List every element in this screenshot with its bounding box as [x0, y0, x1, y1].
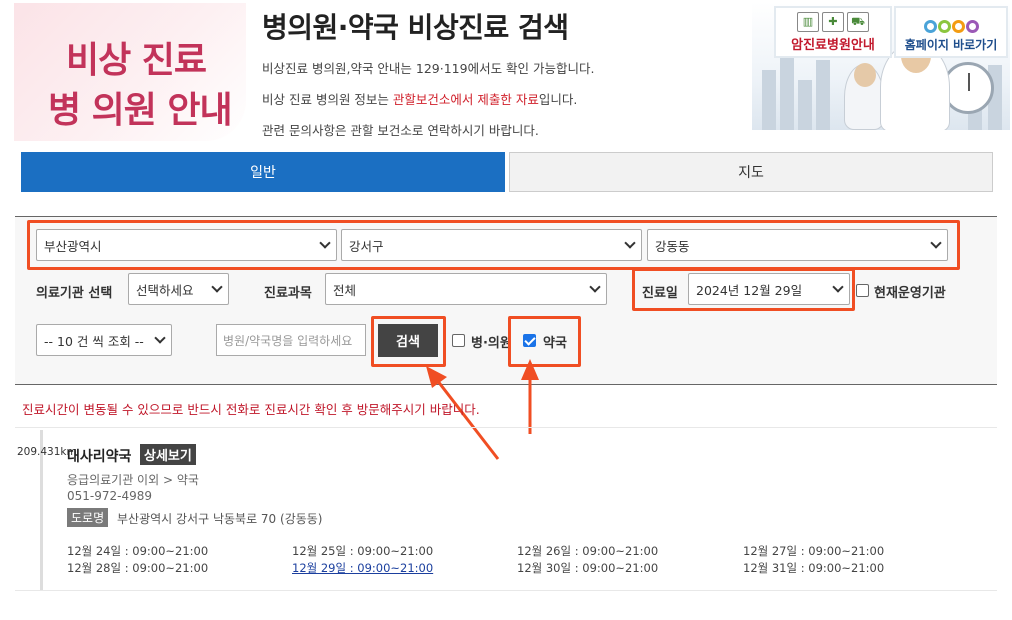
annotation-arrows — [426, 359, 539, 460]
result-phone: 051-972-4989 — [67, 489, 153, 503]
hours-item: 12월 24일 : 09:00~21:00 — [67, 544, 209, 558]
arrow-head-icon — [426, 366, 447, 388]
arrow-head-icon — [521, 359, 539, 380]
divider — [15, 590, 997, 591]
hours-item: 12월 30일 : 09:00~21:00 — [517, 561, 659, 575]
hours-item: 12월 27일 : 09:00~21:00 — [743, 544, 885, 558]
detail-button[interactable]: 상세보기 — [140, 444, 196, 465]
hours-item: 12월 26일 : 09:00~21:00 — [517, 544, 659, 558]
hours-item: 12월 31일 : 09:00~21:00 — [743, 561, 885, 575]
road-address-badge: 도로명 — [67, 508, 109, 527]
divider — [15, 427, 997, 428]
result-address: 부산광역시 강서구 낙동북로 70 (강동동) — [117, 512, 323, 526]
result-name: 대사리약국 — [67, 449, 132, 465]
hours-item: 12월 25일 : 09:00~21:00 — [292, 544, 434, 558]
hours-item-selected-day: 12월 29일 : 09:00~21:00 — [292, 561, 434, 575]
notice-text: 진료시간이 변동될 수 있으므로 반드시 전화로 진료시간 확인 후 방문해주시… — [22, 402, 480, 417]
result-category: 응급의료기관 이외 > 약국 — [67, 473, 199, 487]
arrow-to-search-button — [435, 379, 500, 460]
hours-item: 12월 28일 : 09:00~21:00 — [67, 561, 209, 575]
